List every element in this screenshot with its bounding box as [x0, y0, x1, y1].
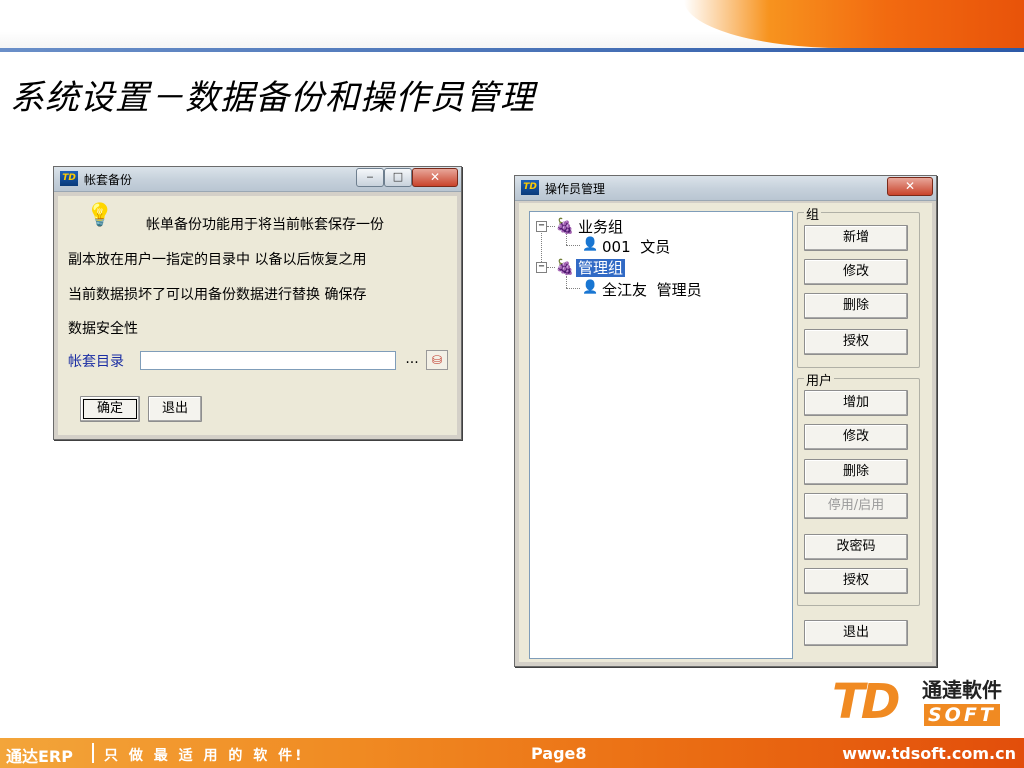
page-title: 系统设置－数据备份和操作员管理 [10, 78, 535, 118]
tree-group-1[interactable]: 业务组 [578, 216, 623, 237]
app-td-icon: TD [521, 180, 539, 195]
group-authorize-button[interactable]: 授权 [804, 329, 908, 355]
operator-titlebar[interactable]: TD 操作员管理 ✕ [515, 176, 936, 201]
top-banner [0, 0, 1024, 52]
tree-group-2[interactable]: 管理组 [576, 257, 626, 278]
tdsoft-logo: TD 通達軟件 SOFT [832, 674, 1020, 730]
banner-swoosh [684, 0, 1024, 48]
user-authorize-button[interactable]: 授权 [804, 568, 908, 594]
footer-brand: 通达ERP [6, 747, 73, 766]
message-line-2: 副本放在用户一指定的目录中 以备以后恢复之用 [68, 252, 367, 268]
operator-tree[interactable]: − 🍇 业务组 👤 001 文员 − 🍇 管理组 👤 全江友 管理员 [529, 211, 793, 659]
minimize-button[interactable]: ‒ [356, 168, 384, 187]
close-button[interactable]: ✕ [412, 168, 458, 187]
logo-td-text: TD [832, 674, 901, 730]
tree-line [541, 231, 542, 262]
footer-divider [92, 743, 94, 763]
user-box-label: 用户 [804, 370, 835, 389]
user-edit-button[interactable]: 修改 [804, 424, 908, 450]
tree-line [547, 267, 555, 268]
exit-button[interactable]: 退出 [148, 396, 202, 422]
backup-body: 💡 帐单备份功能用于将当前帐套保存一份 副本放在用户一指定的目录中 以备以后恢复… [58, 196, 457, 435]
tree-line [566, 276, 567, 288]
folder-open-icon[interactable]: ⛁ [426, 350, 448, 370]
message-line-3: 当前数据损坏了可以用备份数据进行替换 确保存 [68, 287, 367, 303]
tree-user-1[interactable]: 001 文员 [602, 236, 670, 257]
footer-page-number: Page8 [531, 744, 587, 763]
user-code: 001 [602, 238, 631, 256]
group-delete-button[interactable]: 删除 [804, 293, 908, 319]
lightbulb-icon: 💡 [86, 203, 114, 228]
operator-body: − 🍇 业务组 👤 001 文员 − 🍇 管理组 👤 全江友 管理员 组 新增 … [519, 203, 932, 662]
minimize-icon: ‒ [366, 170, 374, 183]
tree-line [566, 234, 567, 245]
user-code: 全江友 [602, 281, 648, 299]
tree-user-2[interactable]: 全江友 管理员 [602, 279, 702, 300]
group-box-label: 组 [804, 204, 822, 223]
operator-exit-button[interactable]: 退出 [804, 620, 908, 646]
group-icon: 🍇 [555, 258, 575, 276]
user-name: 管理员 [656, 281, 702, 299]
user-add-button[interactable]: 增加 [804, 390, 908, 416]
user-name: 文员 [640, 238, 671, 256]
logo-letters: TD [832, 674, 901, 730]
ok-button[interactable]: 确定 [80, 396, 140, 422]
group-edit-button[interactable]: 修改 [804, 259, 908, 285]
tree-line [566, 245, 580, 246]
backup-window-title: 帐套备份 [84, 173, 133, 187]
logo-soft-text: SOFT [924, 704, 1000, 726]
tree-line [547, 226, 555, 227]
bottom-bar: 通达ERP 只 做 最 适 用 的 软 件! Page8 www.tdsoft.… [0, 738, 1024, 768]
close-icon: ✕ [904, 179, 916, 193]
user-delete-button[interactable]: 删除 [804, 459, 908, 485]
user-box: 用户 增加 修改 删除 停用/启用 改密码 授权 [797, 370, 920, 606]
operator-window-title: 操作员管理 [545, 182, 606, 196]
backup-titlebar[interactable]: TD 帐套备份 ‒ □ ✕ [54, 167, 461, 192]
banner-line [0, 48, 1024, 52]
browse-button[interactable]: ... [397, 351, 427, 370]
footer-url[interactable]: www.tdsoft.com.cn [842, 744, 1016, 763]
backup-window: TD 帐套备份 ‒ □ ✕ 💡 帐单备份功能用于将当前帐套保存一份 副本放在用户… [53, 166, 462, 440]
user-icon: 👤 [582, 237, 599, 252]
collapse-icon[interactable]: − [536, 262, 547, 273]
user-icon: 👤 [582, 280, 599, 295]
maximize-icon: □ [392, 170, 404, 183]
operator-window: TD 操作员管理 ✕ − 🍇 业务组 👤 001 文员 − 🍇 管理组 👤 全江… [514, 175, 937, 667]
maximize-button[interactable]: □ [384, 168, 412, 187]
group-box: 组 新增 修改 删除 授权 [797, 204, 920, 368]
dir-input[interactable] [140, 351, 396, 370]
group-icon: 🍇 [555, 217, 575, 235]
user-toggle-button[interactable]: 停用/启用 [804, 493, 908, 519]
tree-line [566, 288, 580, 289]
close-icon: ✕ [429, 170, 441, 184]
message-line-1: 帐单备份功能用于将当前帐套保存一份 [146, 217, 384, 233]
logo-company-name: 通達軟件 [922, 678, 1002, 702]
close-button[interactable]: ✕ [887, 177, 933, 196]
message-line-4: 数据安全性 [68, 321, 138, 337]
user-password-button[interactable]: 改密码 [804, 534, 908, 560]
footer-slogan: 只 做 最 适 用 的 软 件! [104, 748, 305, 764]
selected-group-label: 管理组 [576, 259, 626, 277]
dir-label: 帐套目录 [68, 354, 124, 370]
group-add-button[interactable]: 新增 [804, 225, 908, 251]
app-td-icon: TD [60, 171, 78, 186]
